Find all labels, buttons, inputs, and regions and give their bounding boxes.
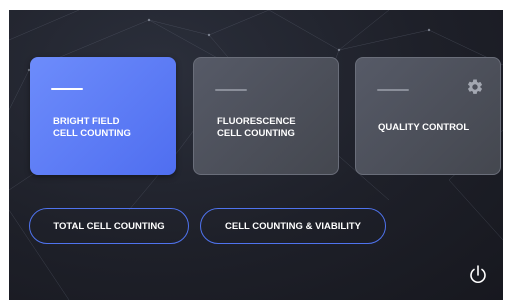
cell-counting-viability-button[interactable]: CELL COUNTING & VIABILITY: [200, 208, 386, 244]
power-icon[interactable]: [468, 264, 488, 286]
tile-indicator-bar: [377, 89, 409, 91]
tile-fluorescence-cell-counting[interactable]: FLUORESCENCE CELL COUNTING: [193, 57, 339, 175]
gear-icon: [467, 79, 483, 94]
tile-indicator-bar: [51, 88, 83, 90]
tile-label: BRIGHT FIELD CELL COUNTING: [53, 116, 131, 139]
tile-label: QUALITY CONTROL: [378, 122, 470, 133]
tile-indicator-bar: [215, 89, 247, 91]
main-screen: BRIGHT FIELD CELL COUNTING FLUORESCENCE …: [9, 10, 503, 300]
button-label: TOTAL CELL COUNTING: [53, 220, 165, 232]
button-label: CELL COUNTING & VIABILITY: [225, 220, 361, 232]
tile-bright-field-cell-counting[interactable]: BRIGHT FIELD CELL COUNTING: [30, 57, 176, 175]
tile-quality-control[interactable]: QUALITY CONTROL: [355, 57, 501, 175]
tile-label: FLUORESCENCE CELL COUNTING: [217, 116, 296, 139]
total-cell-counting-button[interactable]: TOTAL CELL COUNTING: [29, 208, 189, 244]
